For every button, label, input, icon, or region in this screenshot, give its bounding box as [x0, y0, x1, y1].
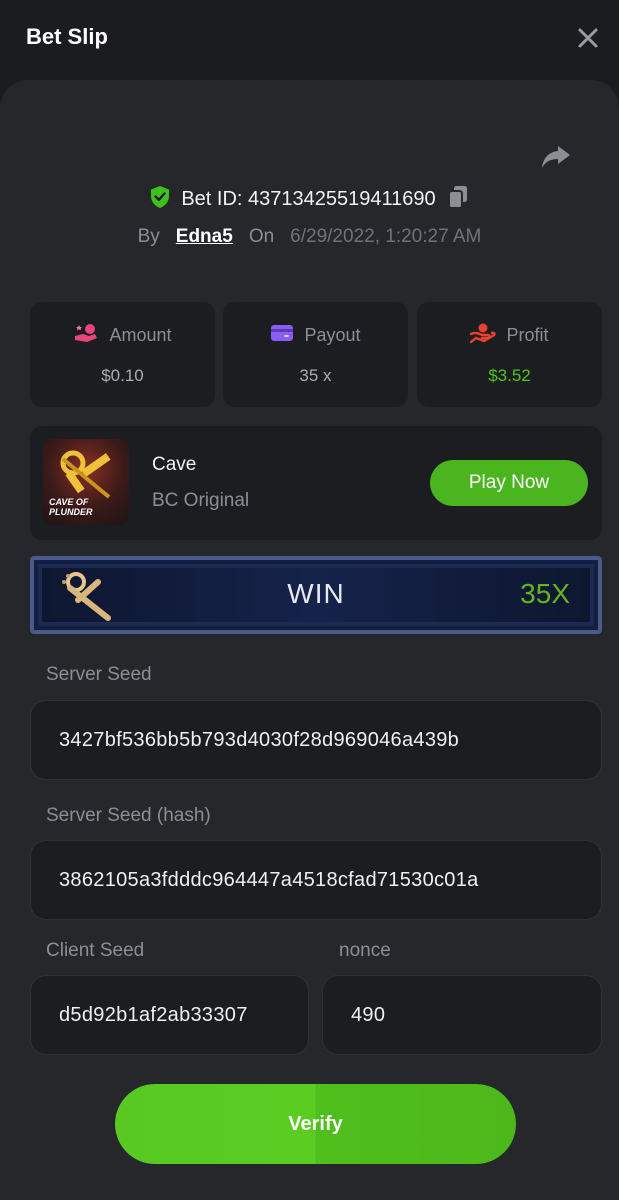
payout-label: Payout [304, 324, 361, 345]
result-banner: WIN 35X [30, 556, 602, 634]
game-provider: BC Original [152, 490, 250, 511]
profit-hand-icon [470, 322, 497, 349]
header: Bet Slip [0, 0, 619, 80]
bet-meta-row: By Edna5 On 6/29/2022, 1:20:27 AM [0, 222, 619, 252]
payout-value: 35 x [299, 366, 332, 385]
username-link[interactable]: Edna5 [176, 226, 233, 248]
amount-card: Amount $0.10 [30, 302, 215, 407]
nonce-field[interactable] [322, 975, 602, 1055]
share-icon[interactable] [538, 138, 574, 174]
game-thumbnail-text: CAVE OF PLUNDER [49, 497, 93, 517]
profit-label: Profit [506, 324, 549, 345]
shield-check-icon [149, 185, 171, 214]
client-seed-field[interactable] [30, 975, 309, 1055]
wallet-icon [270, 323, 294, 348]
result-label: WIN [287, 578, 345, 609]
on-label: On [248, 226, 275, 247]
page-title: Bet Slip [26, 24, 108, 49]
server-seed-hash-input[interactable] [31, 841, 601, 919]
play-now-button[interactable]: Play Now [430, 460, 588, 506]
server-seed-hash-label: Server Seed (hash) [46, 805, 211, 826]
server-seed-input[interactable] [31, 701, 601, 779]
game-card: CAVE OF PLUNDER Cave BC Original Play No… [30, 426, 602, 540]
by-label: By [137, 226, 160, 247]
coin-hand-icon [73, 322, 99, 349]
verify-button[interactable]: Verify [115, 1084, 516, 1164]
amount-label: Amount [109, 324, 172, 345]
bet-id-row: Bet ID: 43713425519411690 [0, 182, 619, 216]
nonce-input[interactable] [323, 976, 601, 1054]
copy-icon[interactable] [446, 184, 470, 215]
server-seed-field[interactable] [30, 700, 602, 780]
bet-id: Bet ID: 43713425519411690 [181, 187, 436, 210]
game-thumbnail[interactable]: CAVE OF PLUNDER [43, 439, 129, 525]
game-name: Cave [152, 454, 197, 475]
payout-card: Payout 35 x [223, 302, 408, 407]
server-seed-hash-field[interactable] [30, 840, 602, 920]
bet-date: 6/29/2022, 1:20:27 AM [290, 226, 482, 247]
nonce-label: nonce [339, 940, 391, 961]
client-seed-input[interactable] [31, 976, 308, 1054]
result-multiplier: 35X [520, 578, 570, 609]
amount-value: $0.10 [101, 366, 144, 385]
client-seed-label: Client Seed [46, 940, 145, 961]
profit-value: $3.52 [488, 366, 531, 385]
close-icon[interactable] [574, 24, 602, 52]
server-seed-label: Server Seed [46, 664, 152, 685]
profit-card: Profit $3.52 [417, 302, 602, 407]
